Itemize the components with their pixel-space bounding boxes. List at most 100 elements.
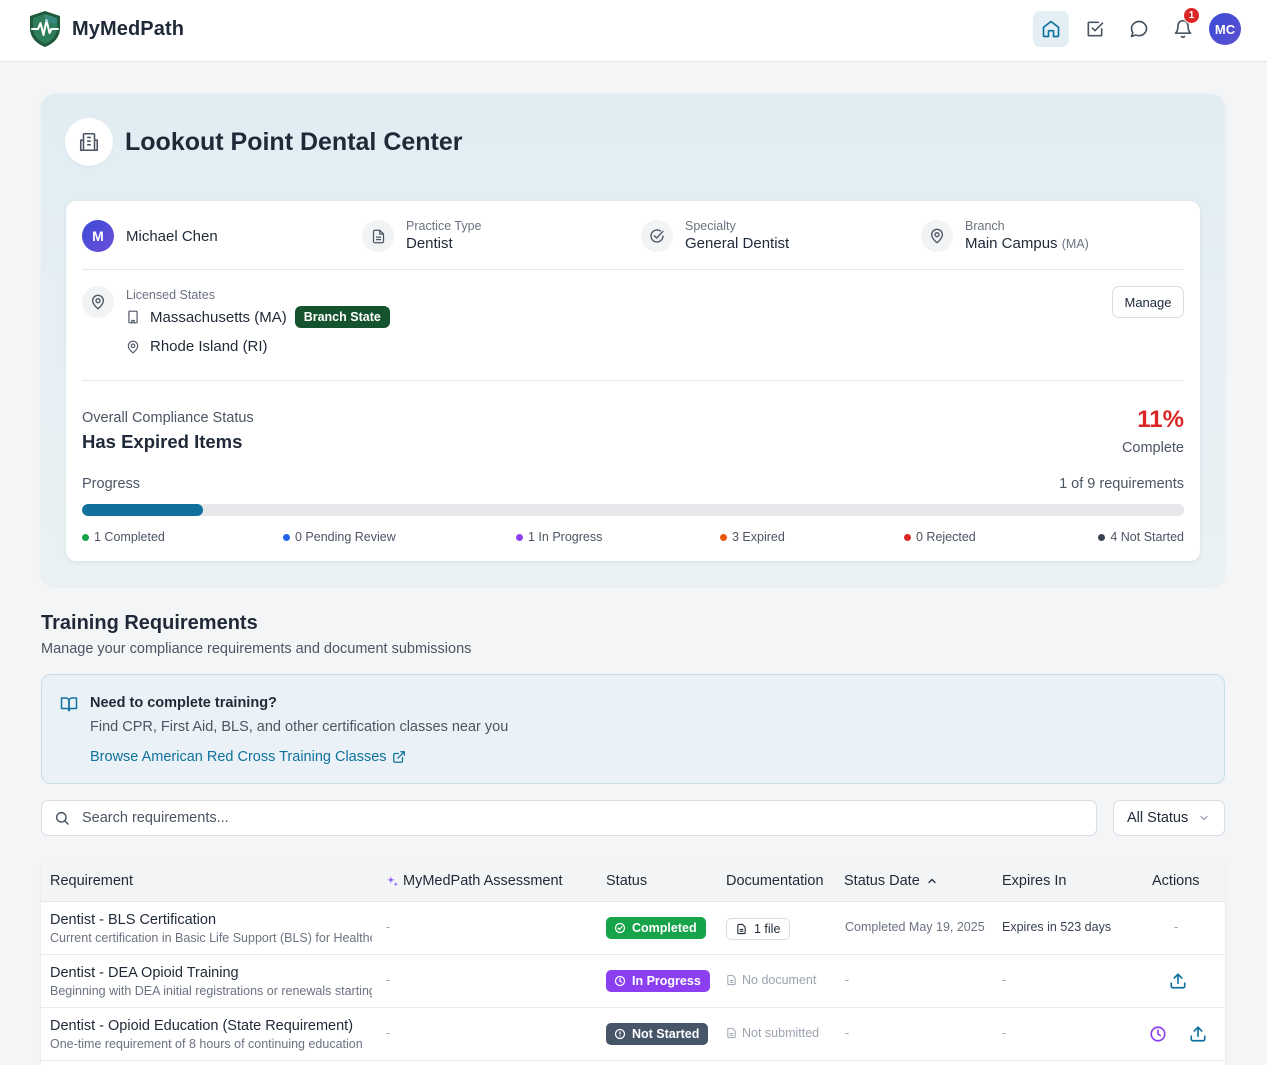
red-cross-link-label: Browse American Red Cross Training Class…: [90, 749, 387, 765]
actions-value: -: [1174, 920, 1179, 934]
user-info: M Michael Chen: [82, 219, 218, 253]
red-cross-link[interactable]: Browse American Red Cross Training Class…: [90, 749, 406, 765]
user-name: Michael Chen: [126, 227, 218, 245]
assessment-value: -: [386, 973, 391, 987]
file-chip-label: 1 file: [754, 922, 781, 936]
status-badge: Not Started: [606, 1023, 709, 1045]
specialty-label: Specialty: [685, 219, 736, 233]
legend-rejected: 0 Rejected: [904, 530, 976, 544]
progress-bar-fill: [82, 504, 204, 516]
legend-label: 0 Rejected: [916, 530, 976, 544]
status-dot: [82, 533, 89, 541]
column-header-documentation[interactable]: Documentation: [726, 873, 824, 889]
progress-label: Progress: [82, 476, 141, 492]
expires-in: -: [1002, 973, 1007, 987]
map-pin-icon: [127, 340, 139, 354]
divider: [82, 269, 1184, 270]
documentation-value: No document: [726, 973, 816, 987]
status-filter-select[interactable]: All Status: [1113, 800, 1225, 836]
column-header-label: MyMedPath Assessment: [403, 873, 563, 889]
column-header-status-date[interactable]: Status Date: [844, 873, 938, 889]
search-box: [41, 800, 1097, 836]
check-circle-icon: [614, 922, 626, 934]
messages-button[interactable]: [1121, 11, 1157, 47]
status-date: -: [845, 1026, 850, 1040]
table-row[interactable]: Dentist - Opioid Education (State Requir…: [41, 1008, 1225, 1061]
notification-badge: 1: [1183, 7, 1200, 24]
section-subtitle: Manage your compliance requirements and …: [41, 641, 472, 657]
status-dot: [904, 533, 911, 541]
requirement-description: Beginning with DEA initial registrations…: [50, 984, 372, 998]
column-header-requirement[interactable]: Requirement: [50, 873, 133, 889]
organization-card: Lookout Point Dental Center M Michael Ch…: [41, 94, 1225, 586]
brand[interactable]: MyMedPath: [28, 10, 184, 48]
organization-name: Lookout Point Dental Center: [125, 128, 463, 156]
callout-description: Find CPR, First Aid, BLS, and other cert…: [90, 719, 509, 735]
document-icon: [362, 220, 394, 252]
check-circle-icon: [641, 220, 673, 252]
building-icon-wrapper: [65, 118, 113, 166]
top-navbar: MyMedPath 1 MC: [0, 0, 1267, 62]
requirement-name: Dentist - BLS Certification: [50, 912, 217, 928]
column-header-expires-in[interactable]: Expires In: [1002, 873, 1066, 889]
legend-completed: 1 Completed: [82, 530, 165, 544]
chevron-up-icon: [928, 878, 936, 884]
section-title: Training Requirements: [41, 612, 258, 634]
status-dot: [283, 533, 290, 541]
documentation-label: No document: [742, 973, 817, 987]
callout-title: Need to complete training?: [90, 695, 277, 711]
status-filter-value: All Status: [1127, 810, 1189, 826]
building-icon: [128, 310, 138, 324]
user-avatar-large: M: [82, 220, 114, 252]
upload-button[interactable]: [1169, 972, 1187, 995]
chevron-down-icon: [1200, 815, 1208, 821]
legend-not-started: 4 Not Started: [1098, 530, 1184, 544]
upload-icon: [1190, 1026, 1206, 1042]
map-pin-icon: [921, 220, 953, 252]
requirement-description: One-time requirement of 8 hours of conti…: [50, 1037, 363, 1051]
branch-info: Branch Main Campus (MA): [921, 219, 1089, 253]
table-header: Requirement MyMedPath Assessment Status …: [41, 860, 1225, 902]
state-name: Rhode Island (RI): [150, 338, 268, 355]
status-dot: [1098, 533, 1106, 541]
table-row[interactable]: Dentist - BLS Certification Current cert…: [41, 902, 1225, 955]
status-badge-label: Not Started: [632, 1027, 700, 1041]
building-icon: [79, 132, 99, 152]
external-link-icon: [392, 751, 405, 763]
legend-label: 3 Expired: [732, 530, 785, 544]
requirement-name: Dentist - Opioid Education (State Requir…: [50, 1018, 354, 1034]
requirements-table: Requirement MyMedPath Assessment Status …: [41, 860, 1225, 1065]
upload-button[interactable]: [1189, 1025, 1207, 1048]
legend-in-progress: 1 In Progress: [516, 530, 602, 544]
legend-expired: 3 Expired: [720, 530, 785, 544]
user-avatar[interactable]: MC: [1209, 13, 1241, 45]
requirement-name: Dentist - DEA Opioid Training: [50, 965, 239, 981]
schedule-button[interactable]: [1149, 1025, 1167, 1048]
column-header-assessment[interactable]: MyMedPath Assessment: [386, 873, 563, 889]
search-input[interactable]: [82, 810, 982, 826]
status-date: -: [845, 973, 850, 987]
tasks-button[interactable]: [1077, 11, 1113, 47]
divider: [82, 380, 1184, 381]
legend-label: 1 In Progress: [528, 530, 603, 544]
manage-button[interactable]: Manage: [1112, 286, 1184, 318]
table-row[interactable]: Dentist - DEA Opioid Training Beginning …: [41, 955, 1225, 1008]
home-button[interactable]: [1033, 11, 1069, 47]
document-icon: [727, 1027, 736, 1039]
checkbox-icon: [1087, 21, 1104, 37]
notifications-button[interactable]: 1: [1165, 7, 1201, 47]
licensed-state-ri: Rhode Island (RI): [126, 338, 268, 355]
sparkle-icon: [387, 875, 398, 886]
progress-bar: [82, 504, 1184, 516]
column-header-status[interactable]: Status: [606, 873, 647, 889]
specialty-value: General Dentist: [685, 235, 790, 252]
shield-logo-icon: [30, 11, 60, 47]
profile-panel: M Michael Chen Practice Type Dentist Spe…: [66, 201, 1200, 561]
training-callout: Need to complete training? Find CPR, Fir…: [41, 674, 1225, 784]
file-chip[interactable]: 1 file: [726, 918, 791, 940]
practice-type-label: Practice Type: [406, 219, 482, 233]
column-header-actions: Actions: [1152, 873, 1200, 889]
status-badge-label: Completed: [632, 921, 697, 935]
expires-in: Expires in 523 days: [1002, 920, 1112, 934]
clock-icon: [614, 975, 626, 987]
